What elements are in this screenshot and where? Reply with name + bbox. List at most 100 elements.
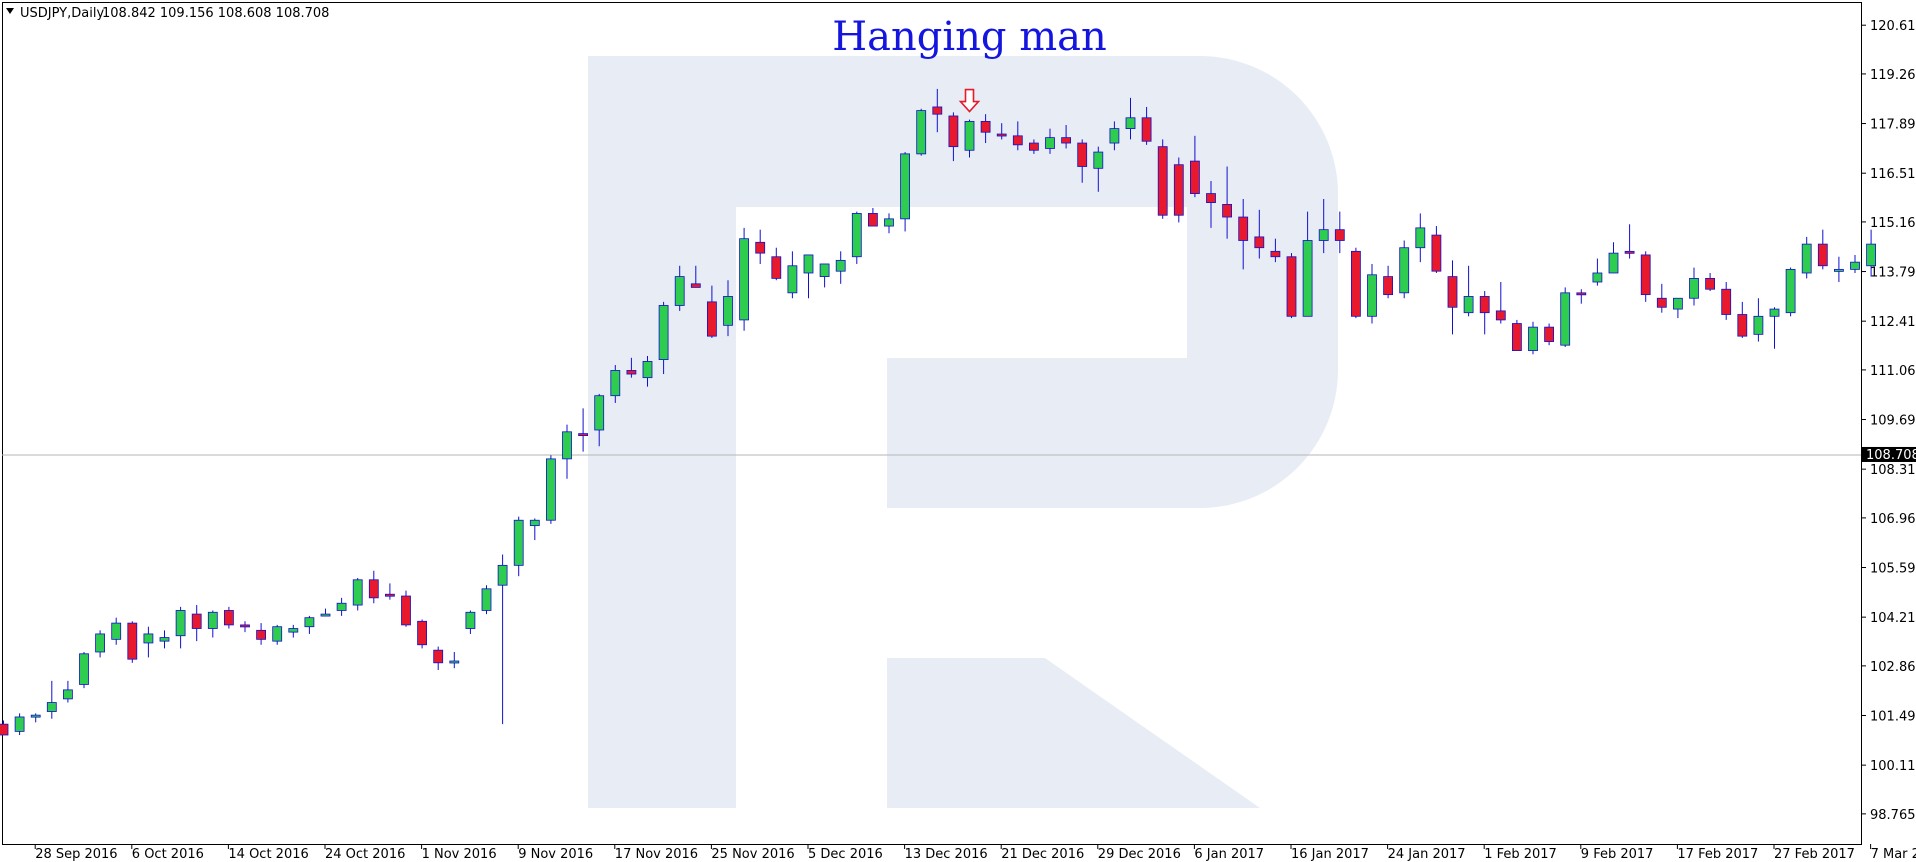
x-tick-label: 24 Oct 2016	[325, 847, 405, 862]
bear-candle	[1721, 288, 1732, 315]
bull-candle	[481, 588, 492, 611]
bull-candle	[1673, 297, 1683, 310]
bull-candle	[288, 628, 299, 633]
x-tick-label: 9 Nov 2016	[518, 847, 593, 862]
bear-candle	[433, 649, 444, 664]
bear-candle	[1495, 310, 1506, 321]
bear-candle	[1383, 276, 1393, 296]
bull-candle	[1528, 326, 1538, 351]
bull-candle	[674, 276, 685, 306]
y-tick-label: 117.890	[1870, 118, 1916, 133]
bull-candle	[546, 458, 556, 521]
y-tick-label: 109.690	[1870, 414, 1916, 429]
bull-candle	[529, 519, 540, 527]
bull-candle	[658, 305, 669, 361]
bull-candle	[14, 716, 25, 732]
bull-candle	[513, 519, 524, 566]
bull-candle	[1302, 240, 1313, 317]
bull-candle	[159, 637, 170, 642]
bear-candle	[1817, 243, 1828, 267]
bear-candle	[1173, 164, 1184, 216]
x-tick-label: 29 Dec 2016	[1098, 847, 1181, 862]
y-axis-ticks: 120.615 119.265 117.890 116.515 115.165 113.7…	[1861, 19, 1916, 823]
bull-candle	[1463, 296, 1474, 314]
bear-candle	[1479, 296, 1490, 314]
bear-candle	[707, 301, 717, 337]
bull-candle	[175, 610, 186, 637]
bull-candle	[642, 361, 653, 379]
y-tick-label: 112.415	[1870, 315, 1916, 330]
x-tick-label: 28 Sep 2016	[35, 847, 117, 862]
y-tick-label: 100.115	[1870, 759, 1916, 774]
x-tick-label: 27 Feb 2017	[1774, 847, 1855, 862]
y-tick-label: 102.865	[1870, 660, 1916, 675]
bull-candle	[916, 110, 927, 155]
x-tick-label: 5 Dec 2016	[808, 847, 883, 862]
bull-candle	[1801, 243, 1812, 274]
bull-candle	[304, 617, 315, 628]
bear-candle	[1206, 193, 1216, 204]
bull-candle	[1125, 117, 1136, 130]
y-tick-label: 101.490	[1870, 710, 1916, 725]
price-tag-label: 108.708	[1866, 448, 1916, 463]
bull-candle	[63, 689, 73, 700]
bull-candle	[803, 254, 814, 274]
x-tick-label: 1 Nov 2016	[422, 847, 497, 862]
bull-candle	[1689, 278, 1699, 299]
bull-candle	[610, 370, 621, 397]
bear-candle	[1190, 160, 1200, 194]
x-tick-label: 16 Jan 2017	[1291, 847, 1369, 862]
bear-candle	[1012, 135, 1023, 146]
bear-candle	[1544, 326, 1554, 342]
bull-candle	[884, 218, 894, 227]
bull-candle	[111, 622, 122, 640]
bull-candle	[1753, 315, 1764, 335]
x-tick-label: 9 Feb 2017	[1581, 847, 1654, 862]
y-tick-label: 106.965	[1870, 512, 1916, 527]
y-tick-label: 119.265	[1870, 68, 1916, 83]
bear-candle	[755, 241, 766, 254]
bear-candle	[384, 593, 395, 597]
bull-candle	[272, 626, 283, 642]
bear-candle	[223, 610, 234, 626]
bear-candle	[1029, 142, 1039, 151]
bull-candle	[79, 653, 89, 685]
bull-candle	[819, 263, 830, 277]
x-tick-label: 17 Feb 2017	[1677, 847, 1758, 862]
bear-candle	[1512, 323, 1522, 351]
y-tick-label: 115.165	[1870, 216, 1916, 231]
bear-candle	[256, 629, 267, 640]
x-tick-label: 17 Nov 2016	[615, 847, 698, 862]
x-tick-label: 25 Nov 2016	[711, 847, 794, 862]
bear-candle	[1222, 204, 1232, 218]
bear-candle	[948, 115, 959, 148]
x-tick-label: 14 Oct 2016	[228, 847, 308, 862]
candlestick-chart: 120.615 119.265 117.890 116.515 115.165 113.7…	[0, 2, 1916, 862]
bull-candle	[1399, 247, 1410, 294]
bear-candle	[1351, 250, 1361, 317]
bear-candle	[1270, 250, 1281, 258]
bull-candle	[964, 120, 975, 151]
bull-candle	[1109, 128, 1120, 144]
bull-candle	[207, 611, 218, 629]
x-axis-ticks: 28 Sep 2016 6 Oct 2016 14 Oct 2016 24 Oct 2…	[34, 844, 1916, 862]
bull-candle	[143, 633, 154, 644]
bull-candle	[1769, 308, 1780, 317]
bear-candle	[1737, 314, 1748, 337]
bear-candle	[1061, 137, 1071, 144]
bear-candle	[932, 106, 943, 115]
y-tick-label: 104.215	[1870, 611, 1916, 626]
bear-candle	[1254, 236, 1265, 249]
bull-candle	[497, 564, 508, 586]
bear-candle	[1624, 250, 1635, 254]
bear-candle	[578, 433, 588, 437]
y-tick-label: 116.515	[1870, 167, 1916, 182]
dropdown-triangle-icon[interactable]	[6, 8, 14, 14]
bear-candle	[868, 213, 878, 227]
bull-candle	[1866, 243, 1876, 267]
bull-candle	[1318, 229, 1329, 241]
bull-candle	[465, 611, 476, 629]
bear-candle	[0, 723, 9, 736]
bear-candle	[368, 579, 379, 599]
bull-candle	[352, 579, 363, 606]
